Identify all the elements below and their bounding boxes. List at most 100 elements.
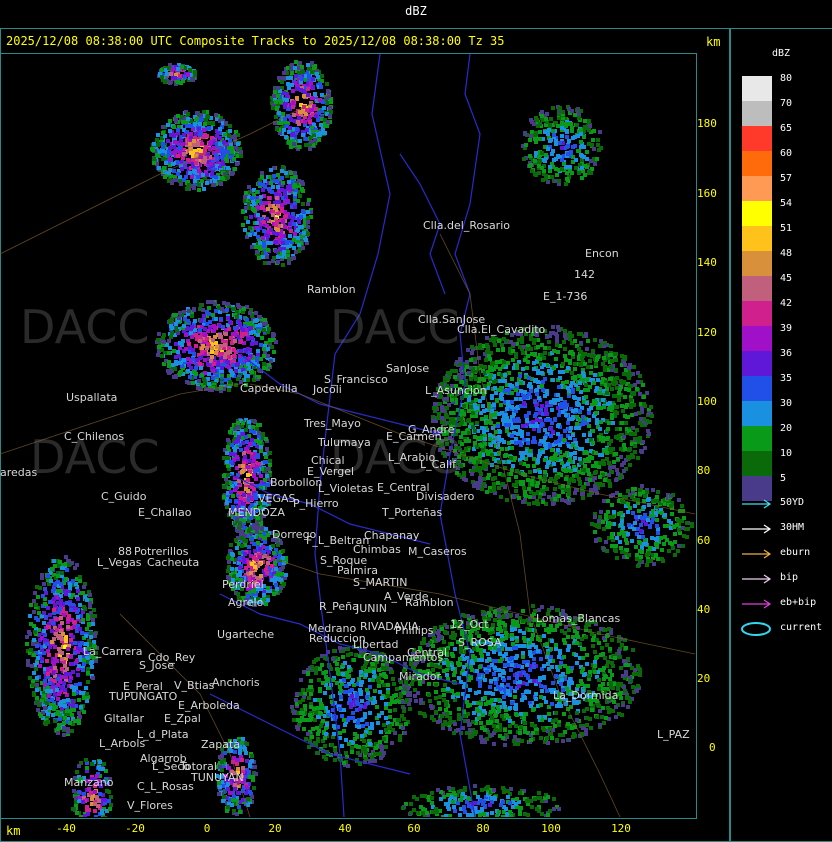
place-label: VEGAS	[258, 492, 296, 505]
legend-label-35: 35	[780, 373, 793, 384]
legend-swatch-36	[742, 351, 772, 376]
y-tick-80: 80	[697, 464, 711, 477]
place-label: Libertad	[353, 638, 399, 651]
place-label: C_L_Rosas	[137, 780, 194, 793]
legend-label-48: 48	[780, 248, 793, 259]
place-label: S_Jose	[139, 659, 174, 672]
place-label: C_Chilenos	[64, 430, 125, 443]
x-tick-80: 80	[476, 822, 490, 835]
legend-label-30: 30	[780, 398, 793, 409]
place-label: L_Asuncion	[425, 384, 487, 397]
track-label-50YD: 50YD	[780, 497, 805, 508]
place-label: Chapanay	[364, 529, 420, 542]
place-label: R_Peña	[319, 600, 359, 613]
watermark-logo-2: DACC	[330, 300, 460, 354]
legend-swatch-80	[742, 76, 772, 101]
place-label: Mirador	[399, 670, 442, 683]
legend-swatch-70	[742, 101, 772, 126]
place-label: Clla.El_Cavadito	[457, 323, 546, 336]
place-label: aredas	[0, 466, 38, 479]
place-label: Lomas_Blancas	[536, 612, 621, 625]
place-label: La_Dormida	[553, 689, 619, 702]
place-label: Ramblon	[405, 596, 454, 609]
y-tick-40: 40	[697, 603, 711, 616]
track-symbol-bip	[742, 574, 772, 584]
place-label: Phillips	[395, 624, 434, 637]
place-label: Tulumaya	[318, 436, 371, 449]
legend-swatch-39	[742, 326, 772, 351]
legend-swatch-51	[742, 226, 772, 251]
km-unit-bottom: km	[6, 824, 21, 838]
x-tick-0: 0	[203, 822, 211, 835]
y-tick-60: 60	[697, 534, 711, 547]
x-tick-120: 120	[611, 822, 631, 835]
place-label: Zapata	[201, 738, 241, 751]
legend-label-54: 54	[780, 198, 793, 209]
place-label: 142	[574, 268, 595, 281]
track-symbol-current	[741, 622, 771, 636]
place-label: S_MARTIN	[353, 576, 408, 589]
legend-swatch-57	[742, 176, 772, 201]
y-tick-20: 20	[697, 672, 711, 685]
place-label: TUPUNGATO	[109, 690, 178, 703]
y-tick-120: 120	[697, 326, 717, 339]
x-tick-100: 100	[541, 822, 561, 835]
legend-swatch-42	[742, 301, 772, 326]
legend-title: dBZ	[772, 48, 791, 59]
legend-swatch-35	[742, 376, 772, 401]
y-tick-0: 0	[709, 741, 716, 754]
legend-label-36: 36	[780, 348, 793, 359]
place-label: L_PAZ	[657, 728, 690, 741]
legend-swatch-54	[742, 201, 772, 226]
place-label: P_Hierro	[293, 497, 339, 510]
legend-label-80: 80	[780, 73, 793, 84]
place-label: Cacheuta	[147, 556, 200, 569]
place-label: Ugarteche	[217, 628, 275, 641]
place-label: E_1-736	[543, 290, 588, 303]
place-label: Clla.del_Rosario	[423, 219, 510, 232]
x-tick-20: 20	[268, 822, 282, 835]
place-label: JUNIN	[356, 602, 387, 615]
legend-label-60: 60	[780, 148, 793, 159]
header-text: 2025/12/08 08:38:00 UTC Composite Tracks…	[6, 34, 505, 48]
legend-label-70: 70	[780, 98, 793, 109]
place-label: E_Zpal	[164, 712, 201, 725]
x-tick-40: 40	[338, 822, 352, 835]
legend-swatch-65	[742, 126, 772, 151]
y-tick-100: 100	[697, 395, 717, 408]
x-tick--20: -20	[125, 822, 145, 835]
place-label: Jocoli	[313, 383, 342, 396]
place-label: Ramblon	[307, 283, 356, 296]
place-label: L_Violetas	[318, 482, 374, 495]
legend-label-42: 42	[780, 298, 793, 309]
track-label-eburn: eburn	[780, 547, 811, 558]
km-unit-top: km	[706, 35, 721, 49]
window-title: dBZ	[405, 4, 427, 18]
place-label: La_Carrera	[83, 645, 143, 658]
legend-swatch-10	[742, 451, 772, 476]
place-label: C_Guido	[101, 490, 147, 503]
place-label: G_Andre	[408, 423, 455, 436]
place-label: Tres_Mayo	[304, 417, 361, 430]
place-label: Borbollon	[270, 476, 323, 489]
legend-label-39: 39	[780, 323, 793, 334]
place-label: Gltallar	[104, 712, 145, 725]
y-tick-140: 140	[697, 256, 717, 269]
legend-label-57: 57	[780, 173, 793, 184]
place-label: MENDOZA	[228, 506, 285, 519]
place-label: S_ROSA	[458, 636, 502, 649]
y-tick-160: 160	[697, 187, 717, 200]
x-tick-60: 60	[407, 822, 421, 835]
place-label: TUNUYAN	[191, 771, 244, 784]
track-symbol-50YD	[742, 499, 772, 509]
track-symbol-eburn	[742, 549, 772, 559]
place-label: Divisadero	[416, 490, 475, 503]
place-label: SanJose	[386, 362, 430, 375]
place-label: T_Porteñas	[382, 506, 443, 519]
legend-swatch-30	[742, 401, 772, 426]
place-label: M_Caseros	[408, 545, 467, 558]
y-tick-180: 180	[697, 117, 717, 130]
legend-label-65: 65	[780, 123, 793, 134]
legend-label-10: 10	[780, 448, 793, 459]
legend-label-45: 45	[780, 273, 793, 284]
